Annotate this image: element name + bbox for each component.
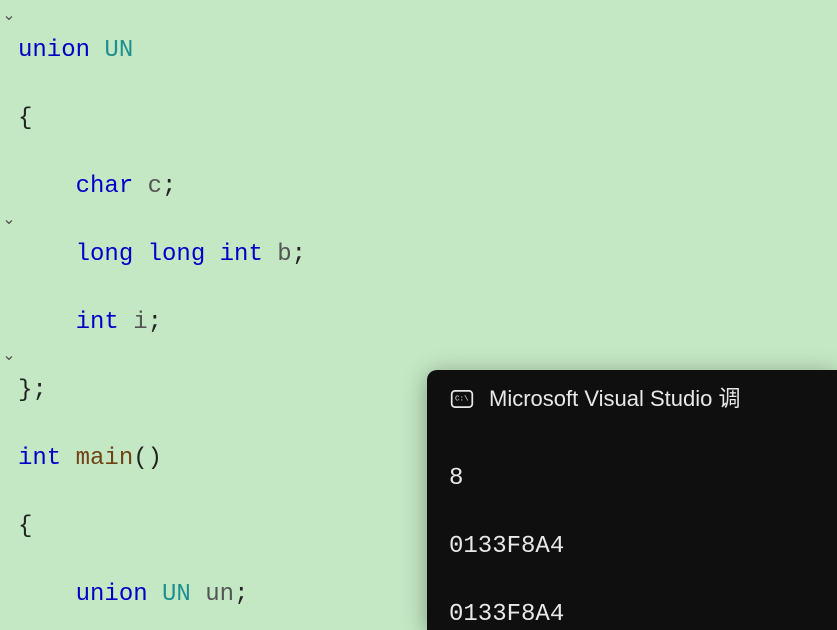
type-name: UN [104,37,133,64]
code-editor[interactable]: ⌄ ⌄ ⌄ union UN { char c; long long int b… [0,0,837,630]
ident-i: i [133,309,147,336]
type-name: UN [162,581,191,608]
fold-gutter: ⌄ ⌄ ⌄ [0,0,18,630]
fn-main: main [76,445,134,472]
ident-c: c [148,173,162,200]
terminal-icon: C:\ [449,386,475,412]
fold-toggle-icon[interactable]: ⌄ [1,348,17,364]
ident-b: b [277,241,291,268]
fold-toggle-icon[interactable]: ⌄ [1,212,17,228]
svg-text:C:\: C:\ [455,395,469,403]
console-line: 8 [449,462,815,496]
keyword-int: int [76,309,119,336]
console-title: Microsoft Visual Studio 调 [489,382,740,416]
code-area[interactable]: union UN { char c; long long int b; int … [18,0,479,630]
keyword-char: char [76,173,134,200]
console-output: 8 0133F8A4 0133F8A4 0133F8A4 0133F8A4 [427,422,837,630]
fold-toggle-icon[interactable]: ⌄ [1,8,17,24]
keyword-union: union [76,581,148,608]
ident-un: un [205,581,234,608]
keyword-union: union [18,37,90,64]
debug-console-window[interactable]: C:\ Microsoft Visual Studio 调 8 0133F8A4… [427,370,837,630]
keyword-int: int [18,445,61,472]
console-titlebar[interactable]: C:\ Microsoft Visual Studio 调 [427,370,837,422]
console-line: 0133F8A4 [449,530,815,564]
console-line: 0133F8A4 [449,598,815,630]
keyword-longlongint: long long int [76,241,263,268]
